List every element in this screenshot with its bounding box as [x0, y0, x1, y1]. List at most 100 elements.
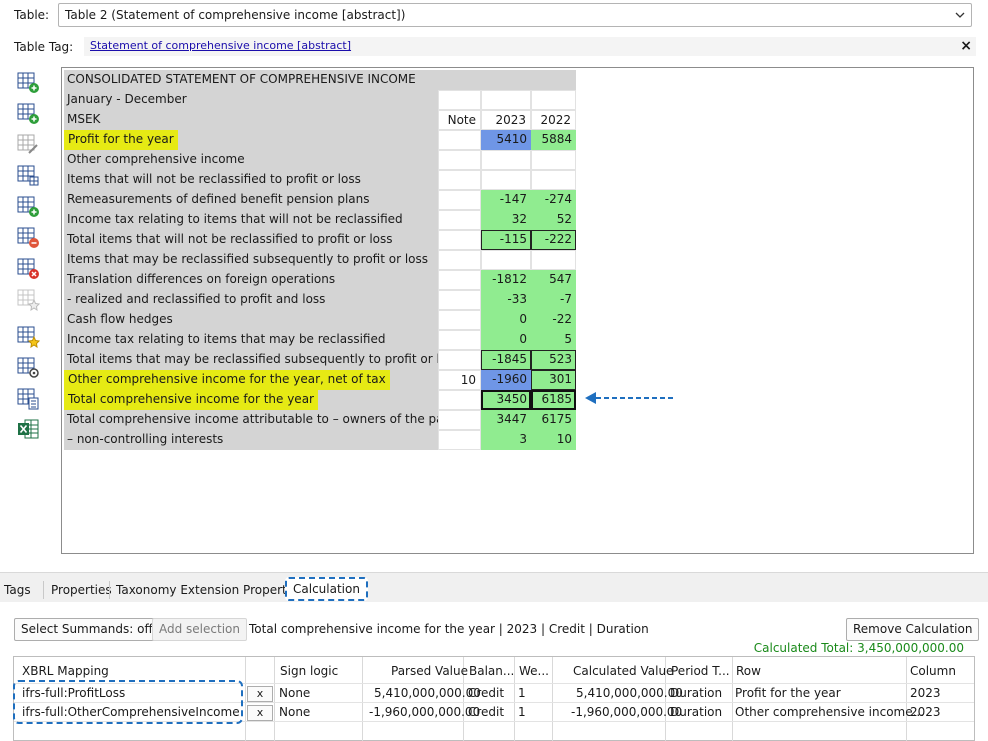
value-cell-2022[interactable]: 301: [531, 370, 576, 390]
row-label-cell[interactable]: MSEK: [64, 110, 438, 130]
column-header-row[interactable]: Row: [736, 664, 761, 678]
row-label-cell[interactable]: Total items that will not be reclassifie…: [64, 230, 438, 250]
statement-row[interactable]: Income tax relating to items that may be…: [64, 330, 576, 350]
note-cell[interactable]: 10: [438, 370, 481, 390]
row-label-cell[interactable]: Total comprehensive income for the year: [64, 390, 438, 410]
statement-row[interactable]: Translation differences on foreign opera…: [64, 270, 576, 290]
row-label-cell[interactable]: – non-controlling interests: [64, 430, 438, 450]
row-label-cell[interactable]: Other comprehensive income: [64, 150, 438, 170]
note-cell[interactable]: [438, 170, 481, 190]
row-label-cell[interactable]: Remeasurements of defined benefit pensio…: [64, 190, 438, 210]
statement-row[interactable]: Other comprehensive income: [64, 150, 576, 170]
statement-row[interactable]: Other comprehensive income for the year,…: [64, 370, 576, 390]
value-cell-2023[interactable]: -147: [481, 190, 531, 210]
statement-row[interactable]: Total comprehensive income attributable …: [64, 410, 576, 430]
close-icon[interactable]: ×: [960, 38, 972, 54]
value-cell-2023[interactable]: 3447: [481, 410, 531, 430]
value-cell-2023[interactable]: -1960: [481, 370, 531, 390]
value-cell-2023[interactable]: [481, 250, 531, 270]
remove-calculation-button[interactable]: Remove Calculation: [846, 618, 980, 641]
value-cell-2023[interactable]: [481, 170, 531, 190]
row-label-cell[interactable]: Total comprehensive income attributable …: [64, 410, 438, 430]
note-cell[interactable]: [438, 430, 481, 450]
row-label-cell[interactable]: Items that may be reclassified subsequen…: [64, 250, 438, 270]
note-cell[interactable]: [438, 150, 481, 170]
value-cell-2023[interactable]: 2023: [481, 110, 531, 130]
row-label-cell[interactable]: Cash flow hedges: [64, 310, 438, 330]
sign-logic-cell[interactable]: None: [279, 705, 310, 719]
row-label-cell[interactable]: Income tax relating to items that may be…: [64, 330, 438, 350]
value-cell-2023[interactable]: 3450: [481, 390, 531, 410]
statement-row[interactable]: – non-controlling interests 3 10: [64, 430, 576, 450]
value-cell-2022[interactable]: -7: [531, 290, 576, 310]
value-cell-2023[interactable]: 32: [481, 210, 531, 230]
column-header-weight[interactable]: We...: [519, 664, 549, 678]
value-cell-2022[interactable]: [531, 250, 576, 270]
select-summands-button[interactable]: Select Summands: off: [14, 618, 160, 641]
excel-icon[interactable]: [16, 417, 40, 441]
note-cell[interactable]: [438, 250, 481, 270]
value-cell-2023[interactable]: [481, 150, 531, 170]
value-cell-2023[interactable]: 5410: [481, 130, 531, 150]
weight-cell[interactable]: 1: [518, 705, 526, 719]
column-header-balance[interactable]: Balan...: [469, 664, 514, 678]
note-cell[interactable]: [438, 350, 481, 370]
value-cell-2022[interactable]: 2022: [531, 110, 576, 130]
statement-row[interactable]: Cash flow hedges 0 -22: [64, 310, 576, 330]
note-cell[interactable]: [438, 390, 481, 410]
value-cell-2022[interactable]: [531, 90, 576, 110]
tab-properties[interactable]: Properties: [51, 583, 112, 597]
remove-summand-button[interactable]: x: [247, 686, 273, 702]
add-selection-button[interactable]: Add selection: [152, 618, 247, 641]
value-cell-2022[interactable]: [531, 150, 576, 170]
settings-table-icon[interactable]: [16, 355, 40, 379]
note-cell[interactable]: [438, 270, 481, 290]
calculate-icon[interactable]: [16, 386, 40, 410]
row-label-cell[interactable]: Income tax relating to items that will n…: [64, 210, 438, 230]
star-table-icon[interactable]: [16, 287, 40, 311]
row-label-cell[interactable]: Other comprehensive income for the year,…: [64, 370, 438, 390]
column-header-calculated-value[interactable]: Calculated Value: [573, 664, 673, 678]
chevron-down-icon[interactable]: [953, 8, 967, 22]
statement-row[interactable]: Total comprehensive income for the year 3…: [64, 390, 576, 410]
remove-row-icon[interactable]: [16, 225, 40, 249]
value-cell-2023[interactable]: 3: [481, 430, 531, 450]
statement-row[interactable]: CONSOLIDATED STATEMENT OF COMPREHENSIVE …: [64, 70, 576, 90]
note-cell[interactable]: Note: [438, 110, 481, 130]
note-cell[interactable]: [438, 330, 481, 350]
sign-logic-cell[interactable]: None: [279, 686, 310, 700]
value-cell-2023[interactable]: [481, 90, 531, 110]
delete-table-icon[interactable]: [16, 256, 40, 280]
tab-taxonomy-extension-properties[interactable]: Taxonomy Extension Properties: [116, 583, 304, 597]
value-cell-2022[interactable]: 10: [531, 430, 576, 450]
value-cell-2023[interactable]: 0: [481, 330, 531, 350]
add-table-icon[interactable]: [16, 194, 40, 218]
note-cell[interactable]: [438, 290, 481, 310]
value-cell-2022[interactable]: -274: [531, 190, 576, 210]
tab-tags[interactable]: Tags: [4, 583, 31, 597]
statement-row[interactable]: Total items that will not be reclassifie…: [64, 230, 576, 250]
value-cell-2023[interactable]: -1812: [481, 270, 531, 290]
statement-row[interactable]: Items that will not be reclassified to p…: [64, 170, 576, 190]
add-column-icon[interactable]: [16, 101, 40, 125]
value-cell-2023[interactable]: -33: [481, 290, 531, 310]
statement-row[interactable]: Income tax relating to items that will n…: [64, 210, 576, 230]
value-cell-2022[interactable]: 5884: [531, 130, 576, 150]
value-cell-2022[interactable]: 523: [531, 350, 576, 370]
note-cell[interactable]: [438, 210, 481, 230]
row-label-cell[interactable]: Profit for the year: [64, 130, 438, 150]
value-cell-2023[interactable]: -115: [481, 230, 531, 250]
value-cell-2022[interactable]: [531, 170, 576, 190]
remove-summand-button[interactable]: x: [247, 705, 273, 721]
note-cell[interactable]: [438, 90, 481, 110]
statement-row[interactable]: - realized and reclassified to profit an…: [64, 290, 576, 310]
weight-cell[interactable]: 1: [518, 686, 526, 700]
column-header-period-type[interactable]: Period T...: [671, 664, 730, 678]
value-cell-2022[interactable]: 547: [531, 270, 576, 290]
value-cell-2023[interactable]: -1845: [481, 350, 531, 370]
table-select[interactable]: Table 2 (Statement of comprehensive inco…: [58, 3, 972, 27]
table-tag-link[interactable]: Statement of comprehensive income [abstr…: [90, 39, 351, 52]
note-cell[interactable]: [438, 410, 481, 430]
statement-row[interactable]: Remeasurements of defined benefit pensio…: [64, 190, 576, 210]
row-label-cell[interactable]: Translation differences on foreign opera…: [64, 270, 438, 290]
